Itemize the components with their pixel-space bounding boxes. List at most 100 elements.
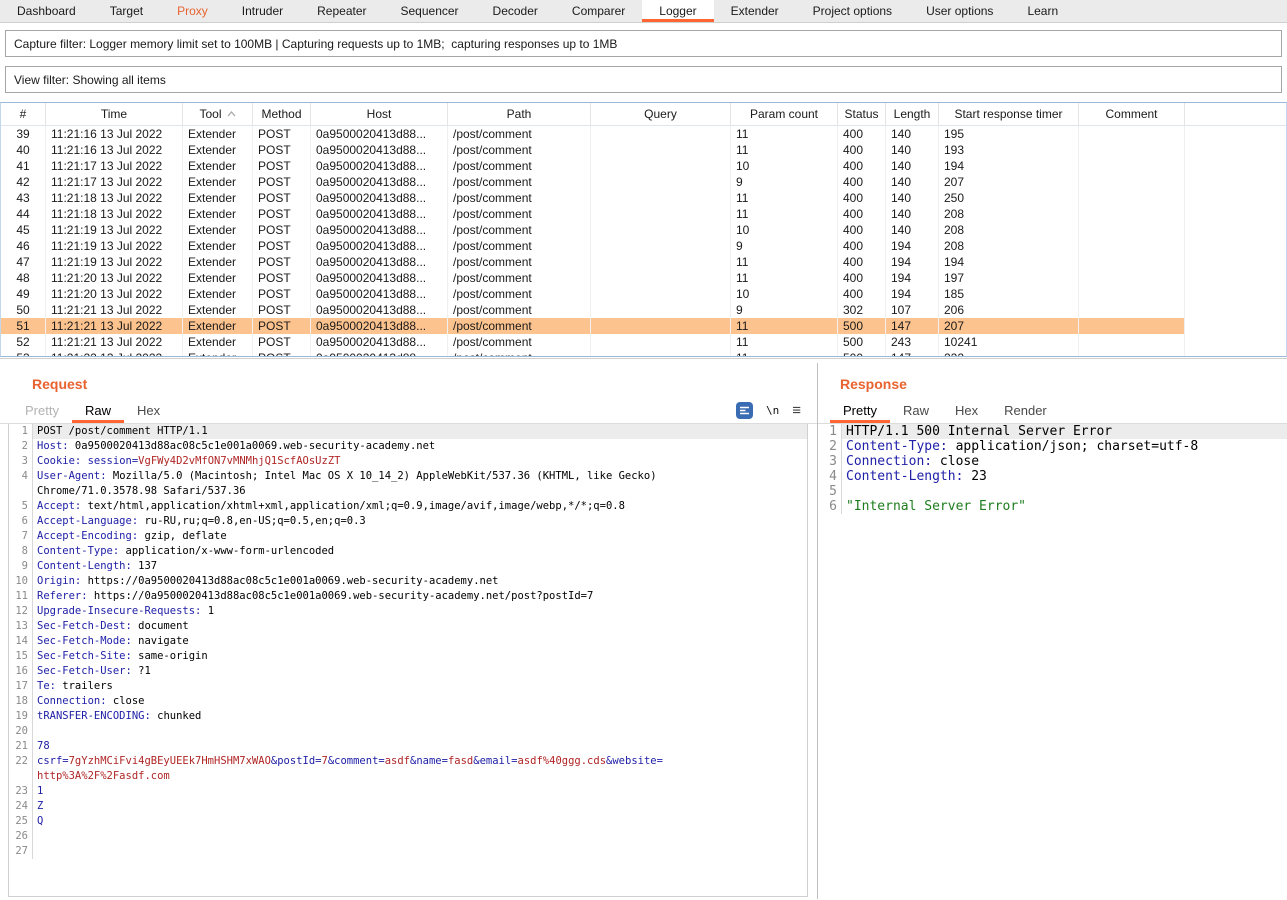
column-header-tool[interactable]: Tool [183,103,253,125]
column-header-param-count[interactable]: Param count [731,103,838,125]
cell-host: 0a9500020413d88... [311,286,448,302]
menu-item-dashboard[interactable]: Dashboard [0,0,93,22]
line-number: 19 [9,709,33,724]
cell-comment [1079,302,1185,318]
column-header-comment[interactable]: Comment [1079,103,1185,125]
column-header-host[interactable]: Host [311,103,448,125]
menu-item-learn[interactable]: Learn [1010,0,1075,22]
table-row[interactable]: 4411:21:18 13 Jul 2022ExtenderPOST0a9500… [1,206,1185,222]
cell-comment [1079,222,1185,238]
tab-raw[interactable]: Raw [890,397,942,423]
menu-item-comparer[interactable]: Comparer [555,0,642,22]
table-row[interactable]: 4711:21:19 13 Jul 2022ExtenderPOST0a9500… [1,254,1185,270]
tab-hex[interactable]: Hex [942,397,991,423]
line-number: 6 [9,514,33,529]
cell-status: 302 [838,302,886,318]
column-header-status[interactable]: Status [838,103,886,125]
menu-item-user-options[interactable]: User options [909,0,1010,22]
tab-hex[interactable]: Hex [124,397,173,423]
menu-item-intruder[interactable]: Intruder [225,0,300,22]
editor-line: 19tRANSFER-ENCODING: chunked [9,709,807,724]
cell-path: /post/comment [448,302,591,318]
table-row[interactable]: 5211:21:21 13 Jul 2022ExtenderPOST0a9500… [1,334,1185,350]
editor-line: 7Accept-Encoding: gzip, deflate [9,529,807,544]
column-header-path[interactable]: Path [448,103,591,125]
cell-comment [1079,190,1185,206]
menu-item-proxy[interactable]: Proxy [160,0,225,22]
cell-num: 47 [1,254,46,270]
cell-comment [1079,318,1185,334]
column-header-length[interactable]: Length [886,103,939,125]
cell-num: 51 [1,318,46,334]
table-header: #TimeToolMethodHostPathQueryParam countS… [1,103,1286,126]
table-row[interactable]: 5311:21:22 13 Jul 2022ExtenderPOST0a9500… [1,350,1185,356]
column-header-label: Query [644,107,677,121]
editor-menu-icon[interactable]: ≡ [792,403,801,418]
menu-item-logger[interactable]: Logger [642,0,713,22]
menu-item-repeater[interactable]: Repeater [300,0,383,22]
editor-line: 10Origin: https://0a9500020413d88ac08c5c… [9,574,807,589]
editor-line-text: Origin: https://0a9500020413d88ac08c5c1e… [33,574,807,589]
table-row[interactable]: 4211:21:17 13 Jul 2022ExtenderPOST0a9500… [1,174,1185,190]
newline-toggle-icon[interactable]: \n [766,404,779,417]
logger-table: #TimeToolMethodHostPathQueryParam countS… [0,102,1287,357]
cell-length: 194 [886,270,939,286]
tab-pretty[interactable]: Pretty [12,397,72,423]
cell-comment [1079,206,1185,222]
editor-line: 24Z [9,799,807,814]
table-row[interactable]: 4511:21:19 13 Jul 2022ExtenderPOST0a9500… [1,222,1185,238]
tab-pretty[interactable]: Pretty [830,397,890,423]
editor-line-text: csrf=7gYzhMCiFvi4gBEyUEEk7HmHSHM7xWAO&po… [33,754,807,769]
cell-time: 11:21:17 13 Jul 2022 [46,158,183,174]
cell-tool: Extender [183,238,253,254]
table-row[interactable]: 4111:21:17 13 Jul 2022ExtenderPOST0a9500… [1,158,1185,174]
table-row[interactable]: 4911:21:20 13 Jul 2022ExtenderPOST0a9500… [1,286,1185,302]
editor-line: 2Host: 0a9500020413d88ac08c5c1e001a0069.… [9,439,807,454]
table-row-selected[interactable]: 5111:21:21 13 Jul 2022ExtenderPOST0a9500… [1,318,1185,334]
request-editor[interactable]: 1POST /post/comment HTTP/1.12Host: 0a950… [8,424,808,897]
menu-item-project-options[interactable]: Project options [796,0,909,22]
column-header-start-response-timer[interactable]: Start response timer [939,103,1079,125]
table-body[interactable]: 3911:21:16 13 Jul 2022ExtenderPOST0a9500… [1,126,1286,356]
capture-filter-bar[interactable]: Capture filter: Logger memory limit set … [5,30,1282,57]
menu-item-decoder[interactable]: Decoder [476,0,555,22]
table-row[interactable]: 4011:21:16 13 Jul 2022ExtenderPOST0a9500… [1,142,1185,158]
response-tabbar: PrettyRawHexRender [818,397,1287,424]
column-header-label: Path [507,107,532,121]
cell-start-response-timer: 222 [939,350,1079,356]
table-row[interactable]: 4311:21:18 13 Jul 2022ExtenderPOST0a9500… [1,190,1185,206]
column-header-query[interactable]: Query [591,103,731,125]
cell-method: POST [253,206,311,222]
column-header-time[interactable]: Time [46,103,183,125]
table-row[interactable]: 3911:21:16 13 Jul 2022ExtenderPOST0a9500… [1,126,1185,142]
view-filter-bar[interactable]: View filter: Showing all items [5,66,1282,93]
editor-line: 27 [9,844,807,859]
column-header-method[interactable]: Method [253,103,311,125]
column-header-num[interactable]: # [1,103,46,125]
editor-line: 16Sec-Fetch-User: ?1 [9,664,807,679]
editor-line-text: Q [33,814,807,829]
menu-item-target[interactable]: Target [93,0,160,22]
line-number: 1 [9,424,33,439]
pretty-print-icon[interactable] [736,402,753,419]
menu-item-sequencer[interactable]: Sequencer [384,0,476,22]
tab-render[interactable]: Render [991,397,1060,423]
request-tabs: PrettyRawHex [12,397,173,423]
table-row[interactable]: 4611:21:19 13 Jul 2022ExtenderPOST0a9500… [1,238,1185,254]
table-row[interactable]: 4811:21:20 13 Jul 2022ExtenderPOST0a9500… [1,270,1185,286]
menu-item-extender[interactable]: Extender [714,0,796,22]
line-number: 14 [9,634,33,649]
cell-time: 11:21:19 13 Jul 2022 [46,238,183,254]
table-row[interactable]: 5011:21:21 13 Jul 2022ExtenderPOST0a9500… [1,302,1185,318]
cell-comment [1079,334,1185,350]
cell-time: 11:21:18 13 Jul 2022 [46,206,183,222]
cell-num: 46 [1,238,46,254]
column-header-label: # [20,107,27,121]
tab-raw[interactable]: Raw [72,397,124,423]
editor-line-text: Content-Length: 137 [33,559,807,574]
cell-status: 400 [838,270,886,286]
cell-host: 0a9500020413d88... [311,350,448,356]
cell-method: POST [253,350,311,356]
cell-path: /post/comment [448,126,591,142]
response-editor[interactable]: 1HTTP/1.1 500 Internal Server Error2Cont… [822,424,1287,899]
